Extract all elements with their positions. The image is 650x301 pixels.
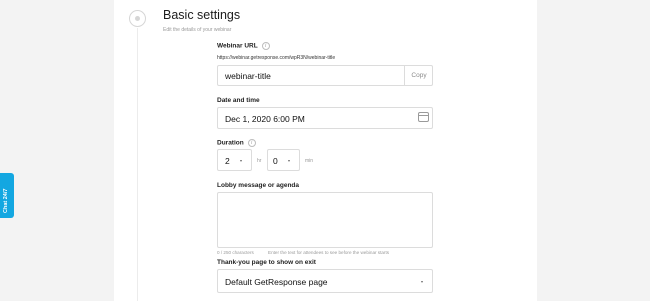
chat-tab-label: Chat 24/7 [3,188,9,213]
chevron-down-icon: ▾ [240,158,243,163]
info-icon[interactable]: i [261,42,270,50]
hours-value: 2 [225,156,230,166]
lobby-message-textarea[interactable] [217,192,433,248]
minutes-unit: min [305,158,314,164]
lobby-message-label: Lobby message or agenda [217,182,299,189]
duration-label: Duration i [217,139,256,147]
date-time-value: Dec 1, 2020 6:00 PM [225,114,305,124]
calendar-icon[interactable] [418,112,429,122]
webinar-url-label-text: Webinar URL [217,42,258,50]
settings-panel [114,0,537,301]
thank-you-page-label: Thank-you page to show on exit [217,259,316,266]
chat-24-7-tab[interactable]: Chat 24/7 [0,173,14,218]
copy-button[interactable]: Copy [404,65,433,86]
step-indicator-icon [129,10,146,27]
step-line [137,28,138,301]
hours-unit: hr [257,158,262,164]
chevron-down-icon: ▾ [421,279,424,284]
info-icon[interactable]: i [247,139,256,147]
hours-select[interactable] [217,149,252,171]
minutes-value: 0 [273,156,278,166]
section-title: Basic settings [163,8,241,22]
character-count: 0 / 250 characters [217,250,254,255]
lobby-hint: Enter the text for attendees to see befo… [268,250,390,255]
webinar-slug-value: webinar-title [225,71,271,81]
webinar-url-label: Webinar URL i [217,42,270,50]
minutes-select[interactable] [267,149,300,171]
thank-you-page-value: Default GetResponse page [225,277,328,287]
section-subtitle: Edit the details of your webinar [163,27,232,33]
chevron-down-icon: ▾ [288,158,291,163]
date-time-label: Date and time [217,97,260,104]
webinar-url-text: https://webinar.getresponse.com/wpR3N/we… [217,55,336,61]
duration-label-text: Duration [217,139,244,147]
